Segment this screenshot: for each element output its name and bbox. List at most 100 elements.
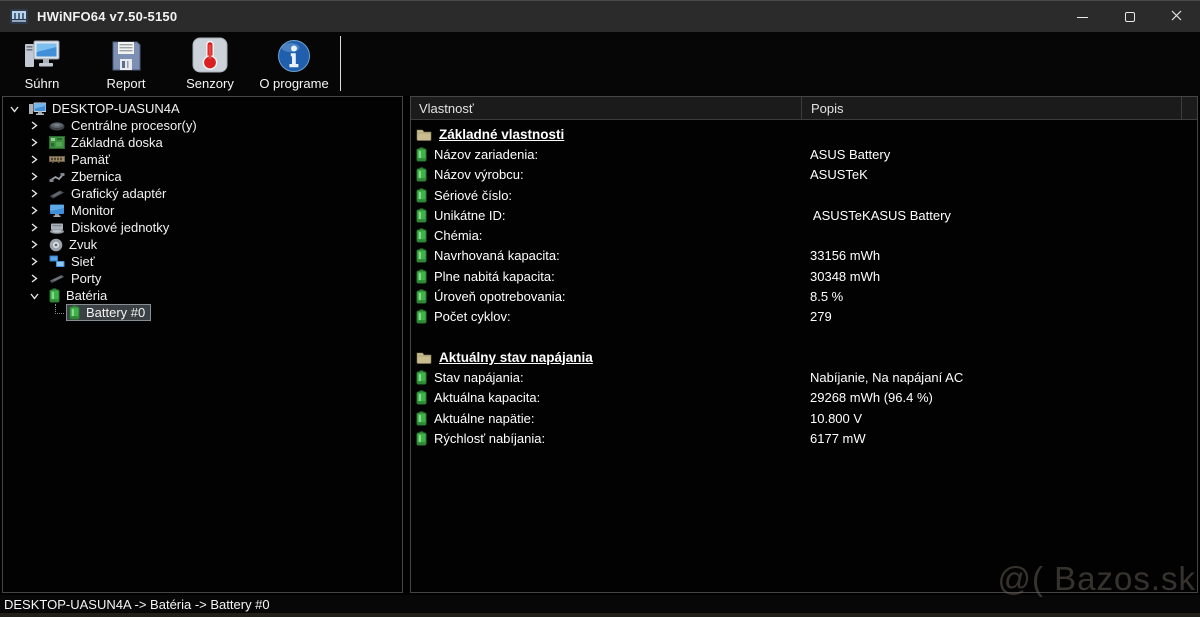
- tree-item-label: Batéria: [66, 288, 108, 303]
- property-row-aktu-lne-nap-tie[interactable]: Aktuálne napätie: 10.800 V: [411, 408, 1197, 428]
- chevron-down-icon[interactable]: [29, 290, 40, 301]
- property-row-aktu-lna-kapacita[interactable]: Aktuálna kapacita: 29268 mWh (96.4 %): [411, 388, 1197, 408]
- chevron-right-icon[interactable]: [29, 120, 40, 131]
- tree-item-box: Batéria: [47, 287, 112, 304]
- property-value: ASUSTeKASUS Battery: [810, 207, 951, 223]
- column-header-property[interactable]: Vlastnosť: [411, 101, 801, 116]
- tree-item-sie[interactable]: Sieť: [3, 253, 402, 270]
- bus-icon: [49, 171, 65, 183]
- computer-summary-icon: [24, 38, 60, 73]
- battery-icon: [416, 167, 427, 182]
- maximize-icon: [1124, 12, 1135, 22]
- close-icon: [1171, 8, 1182, 26]
- memory-icon: [49, 155, 65, 164]
- property-row-n-zov-v-robcu[interactable]: Názov výrobcu: ASUSTeK: [411, 165, 1197, 185]
- column-header-description[interactable]: Popis: [801, 97, 1181, 119]
- floppy-report-icon: [110, 38, 142, 73]
- tree-item-grafick-adapt-r[interactable]: Grafický adaptér: [3, 185, 402, 202]
- tree-item-zvuk[interactable]: Zvuk: [3, 236, 402, 253]
- property-row-unik-tne-id[interactable]: Unikátne ID: ASUSTeKASUS Battery: [411, 205, 1197, 225]
- minimize-button[interactable]: [1059, 1, 1106, 33]
- motherboard-icon: [49, 136, 65, 149]
- network-icon: [49, 255, 65, 268]
- tree-item-battery-#0[interactable]: Battery #0: [3, 303, 402, 321]
- battery-icon: [416, 147, 427, 162]
- property-label-cell: Navrhovaná kapacita:: [411, 248, 801, 263]
- tree-item-monitor[interactable]: Monitor: [3, 202, 402, 219]
- chevron-right-icon[interactable]: [29, 171, 40, 182]
- property-row-s-riov-slo[interactable]: Sériové číslo:: [411, 185, 1197, 205]
- property-label-cell: Aktuálna kapacita:: [411, 390, 801, 405]
- tree-item-pam[interactable]: Pamäť: [3, 151, 402, 168]
- info-about-icon: [277, 38, 311, 73]
- chevron-right-icon[interactable]: [29, 205, 40, 216]
- toolbar-button-label: Senzory: [186, 76, 234, 91]
- toolbar-button-senzory[interactable]: Senzory: [168, 32, 252, 96]
- property-label: Navrhovaná kapacita:: [434, 248, 560, 264]
- battery-icon: [416, 411, 427, 426]
- chevron-right-icon[interactable]: [29, 188, 40, 199]
- chevron-right-icon[interactable]: [29, 273, 40, 284]
- tree-item-label: Základná doska: [71, 135, 163, 150]
- section-header-label: Aktuálny stav napájania: [411, 350, 801, 365]
- property-row-po-et-cyklov[interactable]: Počet cyklov: 279: [411, 307, 1197, 327]
- property-value: ASUSTeK: [810, 167, 868, 183]
- property-label: Názov zariadenia:: [434, 146, 539, 162]
- chevron-right-icon[interactable]: [29, 256, 40, 267]
- battery-icon: [69, 305, 80, 320]
- tree-item-zbernica[interactable]: Zbernica: [3, 168, 402, 185]
- property-row-n-zov-zariadenia[interactable]: Názov zariadenia: ASUS Battery: [411, 144, 1197, 164]
- tree-connector-line: [55, 303, 64, 314]
- section-header-aktu-lny-stav-nap-jania[interactable]: Aktuálny stav napájania: [411, 347, 1197, 367]
- chevron-down-icon[interactable]: [9, 103, 20, 114]
- property-label: Plne nabitá kapacita:: [434, 268, 555, 284]
- battery-icon: [416, 431, 427, 446]
- chevron-right-icon[interactable]: [29, 137, 40, 148]
- tree: DESKTOP-UASUN4A Centrálne procesor(y) Zákl…: [3, 100, 402, 321]
- tree-item-box: Diskové jednotky: [47, 219, 174, 236]
- section-title: Základné vlastnosti: [439, 126, 565, 142]
- property-label: Názov výrobcu:: [434, 167, 524, 183]
- property-row-rove-opotrebovania[interactable]: Úroveň opotrebovania: 8.5 %: [411, 286, 1197, 306]
- tree-item-desktop-uasun4a[interactable]: DESKTOP-UASUN4A: [3, 100, 402, 117]
- tree-item-label: DESKTOP-UASUN4A: [52, 101, 180, 116]
- tree-item-z-kladn-doska[interactable]: Základná doska: [3, 134, 402, 151]
- titlebar: HWiNFO64 v7.50-5150: [0, 0, 1200, 32]
- chevron-right-icon[interactable]: [29, 154, 40, 165]
- disk-icon: [49, 222, 65, 234]
- folder-icon: [416, 351, 432, 364]
- tree-item-diskov-jednotky[interactable]: Diskové jednotky: [3, 219, 402, 236]
- battery-icon: [416, 309, 427, 324]
- tree-item-box: Centrálne procesor(y): [47, 117, 202, 134]
- tree-item-centr-lne-procesor-y[interactable]: Centrálne procesor(y): [3, 117, 402, 134]
- section-title: Aktuálny stav napájania: [439, 349, 593, 365]
- toolbar-button-s-hrn[interactable]: Súhrn: [0, 32, 84, 96]
- tree-item-porty[interactable]: Porty: [3, 270, 402, 287]
- chevron-right-icon[interactable]: [29, 222, 40, 233]
- folder-icon: [416, 128, 432, 141]
- toolbar-button-label: Report: [106, 76, 146, 91]
- close-button[interactable]: [1153, 1, 1200, 33]
- property-row-plne-nabit-kapacita[interactable]: Plne nabitá kapacita: 30348 mWh: [411, 266, 1197, 286]
- tree-item-box: Monitor: [47, 202, 119, 219]
- audio-icon: [49, 238, 63, 252]
- properties-header: Vlastnosť Popis: [411, 97, 1197, 120]
- tree-item-bat-ria[interactable]: Batéria: [3, 287, 402, 304]
- battery-icon: [416, 370, 427, 385]
- property-row-stav-nap-jania[interactable]: Stav napájania: Nabíjanie, Na napájaní AC: [411, 367, 1197, 387]
- toolbar-button-report[interactable]: Report: [84, 32, 168, 96]
- property-row-r-chlos-nab-jania[interactable]: Rýchlosť nabíjania: 6177 mW: [411, 428, 1197, 448]
- toolbar-button-o-programe[interactable]: O programe: [252, 32, 336, 96]
- property-row-navrhovan-kapacita[interactable]: Navrhovaná kapacita: 33156 mWh: [411, 246, 1197, 266]
- property-label: Sériové číslo:: [434, 187, 513, 203]
- tree-item-label: Monitor: [71, 203, 115, 218]
- maximize-button[interactable]: [1106, 1, 1153, 33]
- tree-item-label: Zvuk: [69, 237, 98, 252]
- section-header-z-kladn-vlastnosti[interactable]: Základné vlastnosti: [411, 124, 1197, 144]
- property-label: Počet cyklov:: [434, 309, 511, 325]
- properties-rows: Základné vlastnosti Názov zariadenia: ASUS…: [411, 120, 1197, 448]
- chevron-right-icon[interactable]: [29, 239, 40, 250]
- property-row-ch-mia[interactable]: Chémia:: [411, 225, 1197, 245]
- property-value: 279: [810, 309, 832, 325]
- computer-icon: [29, 102, 46, 116]
